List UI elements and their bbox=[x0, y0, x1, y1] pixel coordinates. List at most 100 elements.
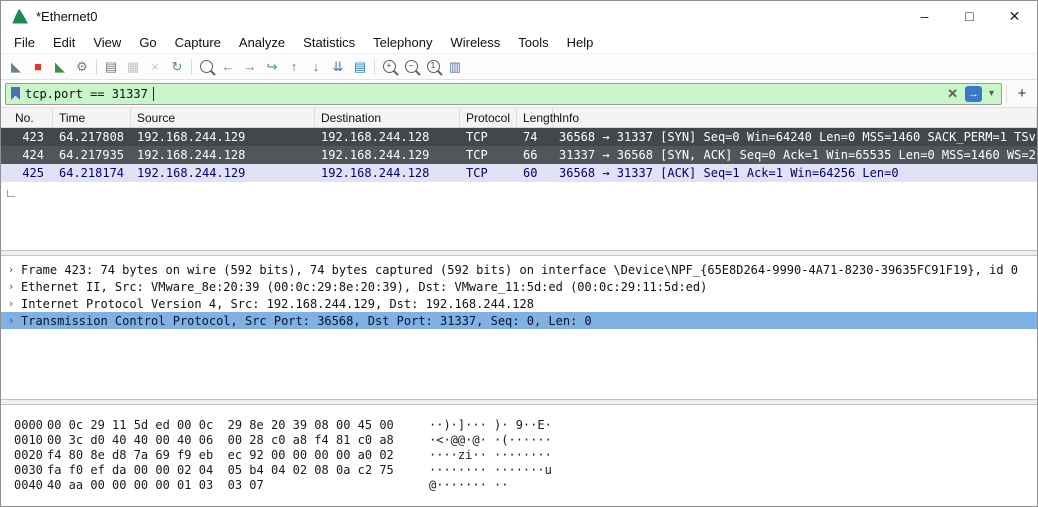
filter-history-dropdown[interactable]: ▾ bbox=[987, 88, 996, 99]
find-packet-icon bbox=[200, 60, 213, 73]
capture-stop-button[interactable]: ■ bbox=[27, 56, 49, 77]
detail-row-frame[interactable]: › Frame 423: 74 bytes on wire (592 bits)… bbox=[1, 261, 1037, 278]
go-back-icon: ← bbox=[222, 59, 235, 74]
expand-arrow-icon[interactable]: › bbox=[1, 280, 21, 293]
column-header-protocol[interactable]: Protocol bbox=[460, 108, 517, 127]
column-header-time[interactable]: Time bbox=[53, 108, 131, 127]
column-header-no[interactable]: No. bbox=[1, 108, 53, 127]
hex-offset: 0020 bbox=[1, 448, 47, 462]
go-to-packet-button[interactable]: ↪ bbox=[261, 56, 283, 77]
menu-help[interactable]: Help bbox=[558, 33, 603, 52]
zoom-in-button[interactable]: + bbox=[378, 56, 400, 77]
save-capture-button[interactable]: ▦ bbox=[122, 56, 144, 77]
menu-statistics[interactable]: Statistics bbox=[294, 33, 364, 52]
expand-arrow-icon[interactable]: › bbox=[1, 263, 21, 276]
colorize-packets-button[interactable]: ▤ bbox=[349, 56, 371, 77]
column-header-destination[interactable]: Destination bbox=[315, 108, 460, 127]
filter-bookmark-icon[interactable] bbox=[11, 87, 20, 100]
hex-row[interactable]: 0040 40 aa 00 00 00 00 01 03 03 07 @····… bbox=[1, 477, 1037, 492]
capture-start-button[interactable]: ◣ bbox=[5, 56, 27, 77]
wireshark-window: *Ethernet0 – □ ✕ File Edit View Go Captu… bbox=[0, 0, 1038, 507]
hex-ascii[interactable]: ····zi·· ········ bbox=[429, 448, 552, 462]
menu-capture[interactable]: Capture bbox=[166, 33, 230, 52]
detail-text: Frame 423: 74 bytes on wire (592 bits), … bbox=[21, 263, 1018, 277]
hex-row[interactable]: 0020 f4 80 8e d8 7a 69 f9 eb ec 92 00 00… bbox=[1, 447, 1037, 462]
menu-view[interactable]: View bbox=[84, 33, 130, 52]
capture-restart-button[interactable]: ◣ bbox=[49, 56, 71, 77]
packet-details-pane: › Frame 423: 74 bytes on wire (592 bits)… bbox=[1, 256, 1037, 399]
cell-length: 74 bbox=[517, 130, 553, 144]
column-header-source[interactable]: Source bbox=[131, 108, 315, 127]
cell-length: 66 bbox=[517, 148, 553, 162]
go-last-packet-button[interactable]: ↓ bbox=[305, 56, 327, 77]
column-header-info[interactable]: Info bbox=[553, 108, 1037, 127]
find-packet-button[interactable] bbox=[195, 56, 217, 77]
zoom-in-icon: + bbox=[383, 60, 396, 73]
cell-time: 64.217808 bbox=[53, 130, 131, 144]
capture-options-button[interactable]: ⚙ bbox=[71, 56, 93, 77]
auto-scroll-button[interactable]: ⇊ bbox=[327, 56, 349, 77]
menu-telephony[interactable]: Telephony bbox=[364, 33, 441, 52]
filter-apply-button[interactable]: → bbox=[965, 86, 982, 102]
detail-row-ethernet[interactable]: › Ethernet II, Src: VMware_8e:20:39 (00:… bbox=[1, 278, 1037, 295]
menu-edit[interactable]: Edit bbox=[44, 33, 84, 52]
hex-ascii[interactable]: @······· ·· bbox=[429, 478, 508, 492]
menu-go[interactable]: Go bbox=[130, 33, 165, 52]
go-last-packet-icon: ↓ bbox=[313, 59, 320, 74]
display-filter-input[interactable]: tcp.port == 31337 bbox=[25, 87, 148, 101]
cell-source: 192.168.244.128 bbox=[131, 148, 315, 162]
minimize-icon: – bbox=[921, 8, 929, 24]
zoom-out-button[interactable]: − bbox=[400, 56, 422, 77]
column-header-length[interactable]: Length bbox=[517, 108, 553, 127]
expand-arrow-icon[interactable]: › bbox=[1, 297, 21, 310]
menu-tools[interactable]: Tools bbox=[509, 33, 557, 52]
wireshark-fin-icon bbox=[11, 9, 28, 24]
menu-wireless[interactable]: Wireless bbox=[441, 33, 509, 52]
hex-bytes[interactable]: 40 aa 00 00 00 00 01 03 03 07 bbox=[47, 478, 405, 492]
hex-ascii[interactable]: ··)·]··· )· 9··E· bbox=[429, 418, 552, 432]
go-back-button[interactable]: ← bbox=[217, 56, 239, 77]
hex-row[interactable]: 0030 fa f0 ef da 00 00 02 04 05 b4 04 02… bbox=[1, 462, 1037, 477]
packet-list-body: 423 64.217808 192.168.244.129 192.168.24… bbox=[1, 128, 1037, 250]
title-bar: *Ethernet0 – □ ✕ bbox=[1, 1, 1037, 31]
maximize-button[interactable]: □ bbox=[947, 1, 992, 31]
menu-file[interactable]: File bbox=[5, 33, 44, 52]
packet-row-425[interactable]: 425 64.218174 192.168.244.129 192.168.24… bbox=[1, 164, 1037, 182]
detail-row-tcp[interactable]: › Transmission Control Protocol, Src Por… bbox=[1, 312, 1037, 329]
close-button[interactable]: ✕ bbox=[992, 1, 1037, 31]
hex-ascii[interactable]: ········ ·······u bbox=[429, 463, 552, 477]
close-icon: ✕ bbox=[1009, 8, 1021, 25]
packet-row-423[interactable]: 423 64.217808 192.168.244.129 192.168.24… bbox=[1, 128, 1037, 146]
filter-bar: tcp.port == 31337 ✕ → ▾ + bbox=[1, 80, 1037, 108]
cell-no: 425 bbox=[1, 166, 53, 180]
text-caret bbox=[153, 87, 154, 101]
detail-row-ip[interactable]: › Internet Protocol Version 4, Src: 192.… bbox=[1, 295, 1037, 312]
zoom-100-button[interactable]: 1 bbox=[422, 56, 444, 77]
menu-analyze[interactable]: Analyze bbox=[230, 33, 294, 52]
expand-arrow-icon[interactable]: › bbox=[1, 314, 21, 327]
display-filter-field[interactable]: tcp.port == 31337 ✕ → ▾ bbox=[5, 83, 1002, 105]
menu-bar: File Edit View Go Capture Analyze Statis… bbox=[1, 31, 1037, 53]
cell-time: 64.218174 bbox=[53, 166, 131, 180]
conversation-bracket-icon bbox=[7, 190, 15, 197]
reload-capture-button[interactable]: ↻ bbox=[166, 56, 188, 77]
hex-bytes[interactable]: f4 80 8e d8 7a 69 f9 eb ec 92 00 00 00 0… bbox=[47, 448, 405, 462]
close-capture-button[interactable]: × bbox=[144, 56, 166, 77]
go-first-packet-button[interactable]: ↑ bbox=[283, 56, 305, 77]
hex-bytes[interactable]: fa f0 ef da 00 00 02 04 05 b4 04 02 08 0… bbox=[47, 463, 405, 477]
hex-bytes[interactable]: 00 0c 29 11 5d ed 00 0c 29 8e 20 39 08 0… bbox=[47, 418, 405, 432]
resize-columns-button[interactable]: ▥ bbox=[444, 56, 466, 77]
hex-ascii[interactable]: ·<·@@·@· ·(······ bbox=[429, 433, 552, 447]
minimize-button[interactable]: – bbox=[902, 1, 947, 31]
go-forward-button[interactable]: → bbox=[239, 56, 261, 77]
cell-info: 31337 → 36568 [SYN, ACK] Seq=0 Ack=1 Win… bbox=[553, 148, 1037, 162]
cell-destination: 192.168.244.129 bbox=[315, 148, 460, 162]
hex-row[interactable]: 0000 00 0c 29 11 5d ed 00 0c 29 8e 20 39… bbox=[1, 417, 1037, 432]
filter-add-button[interactable]: + bbox=[1011, 84, 1033, 104]
filter-clear-button[interactable]: ✕ bbox=[945, 86, 960, 102]
reload-capture-icon: ↻ bbox=[172, 59, 183, 75]
hex-row[interactable]: 0010 00 3c d0 40 40 00 40 06 00 28 c0 a8… bbox=[1, 432, 1037, 447]
open-capture-button[interactable]: ▤ bbox=[100, 56, 122, 77]
hex-bytes[interactable]: 00 3c d0 40 40 00 40 06 00 28 c0 a8 f4 8… bbox=[47, 433, 405, 447]
packet-row-424[interactable]: 424 64.217935 192.168.244.128 192.168.24… bbox=[1, 146, 1037, 164]
